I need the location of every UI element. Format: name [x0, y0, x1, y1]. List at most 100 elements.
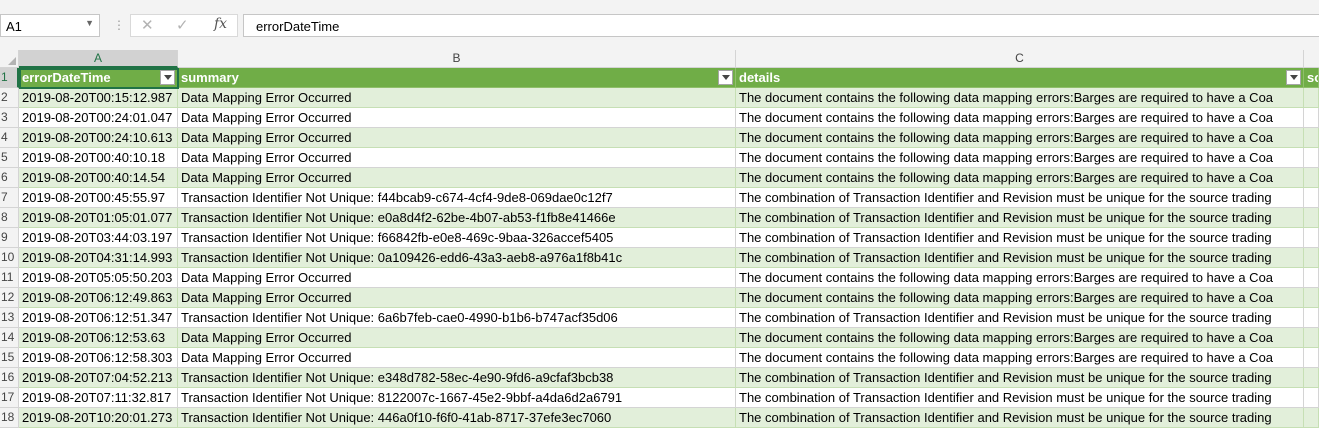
table-cell[interactable]: Data Mapping Error Occurred [178, 268, 736, 288]
table-cell[interactable]: 2019-08-20T05:05:50.203 [19, 268, 178, 288]
table-cell[interactable] [1304, 328, 1319, 348]
table-cell[interactable]: Transaction Identifier Not Unique: 0a109… [178, 248, 736, 268]
table-cell[interactable] [1304, 268, 1319, 288]
table-cell[interactable]: The document contains the following data… [736, 128, 1304, 148]
table-cell[interactable] [1304, 348, 1319, 368]
table-cell[interactable]: Data Mapping Error Occurred [178, 148, 736, 168]
table-cell[interactable] [1304, 248, 1319, 268]
table-cell[interactable]: The document contains the following data… [736, 168, 1304, 188]
table-cell[interactable]: Data Mapping Error Occurred [178, 88, 736, 108]
table-cell[interactable]: The document contains the following data… [736, 328, 1304, 348]
column-header-a[interactable]: A [19, 50, 178, 68]
row-header[interactable]: 6 [0, 168, 19, 188]
column-header-c[interactable]: C [736, 50, 1304, 68]
filter-dropdown-icon[interactable] [1286, 70, 1301, 85]
row-header[interactable]: 17 [0, 388, 19, 408]
filter-dropdown-icon[interactable] [718, 70, 733, 85]
row-header[interactable]: 12 [0, 288, 19, 308]
table-cell[interactable] [1304, 108, 1319, 128]
table-cell[interactable] [1304, 188, 1319, 208]
table-cell[interactable]: The combination of Transaction Identifie… [736, 388, 1304, 408]
row-header[interactable]: 9 [0, 228, 19, 248]
table-cell[interactable] [1304, 408, 1319, 428]
table-cell[interactable]: The combination of Transaction Identifie… [736, 208, 1304, 228]
table-cell[interactable]: 2019-08-20T07:11:32.817 [19, 388, 178, 408]
table-cell[interactable]: Transaction Identifier Not Unique: 446a0… [178, 408, 736, 428]
formula-input[interactable]: errorDateTime [243, 14, 1319, 37]
table-cell[interactable]: The combination of Transaction Identifie… [736, 308, 1304, 328]
table-cell[interactable]: 2019-08-20T04:31:14.993 [19, 248, 178, 268]
table-cell[interactable]: 2019-08-20T06:12:53.63 [19, 328, 178, 348]
table-cell[interactable]: Transaction Identifier Not Unique: e0a8d… [178, 208, 736, 228]
table-cell[interactable]: 2019-08-20T00:45:55.97 [19, 188, 178, 208]
row-header[interactable]: 18 [0, 408, 19, 428]
table-cell[interactable]: The combination of Transaction Identifie… [736, 368, 1304, 388]
table-cell[interactable]: Transaction Identifier Not Unique: f44bc… [178, 188, 736, 208]
table-cell[interactable]: The document contains the following data… [736, 88, 1304, 108]
table-cell[interactable]: Transaction Identifier Not Unique: e348d… [178, 368, 736, 388]
table-cell[interactable]: The combination of Transaction Identifie… [736, 228, 1304, 248]
table-cell[interactable]: 2019-08-20T07:04:52.213 [19, 368, 178, 388]
table-cell[interactable]: The combination of Transaction Identifie… [736, 408, 1304, 428]
table-cell[interactable]: The document contains the following data… [736, 288, 1304, 308]
table-cell[interactable] [1304, 208, 1319, 228]
table-cell[interactable]: Transaction Identifier Not Unique: 6a6b7… [178, 308, 736, 328]
table-cell[interactable] [1304, 228, 1319, 248]
filter-dropdown-icon[interactable] [160, 70, 175, 85]
table-header-cell[interactable]: summary [178, 68, 736, 88]
insert-function-icon[interactable]: fx [214, 16, 227, 32]
enter-icon[interactable]: ✓ [176, 16, 189, 34]
row-header[interactable]: 8 [0, 208, 19, 228]
table-cell[interactable]: Transaction Identifier Not Unique: 81220… [178, 388, 736, 408]
table-cell[interactable]: 2019-08-20T06:12:51.347 [19, 308, 178, 328]
table-cell[interactable] [1304, 308, 1319, 328]
table-cell[interactable]: 2019-08-20T10:20:01.273 [19, 408, 178, 428]
table-cell[interactable] [1304, 88, 1319, 108]
column-header-d[interactable] [1304, 50, 1319, 68]
table-cell[interactable]: Data Mapping Error Occurred [178, 328, 736, 348]
table-cell[interactable]: 2019-08-20T00:24:10.613 [19, 128, 178, 148]
table-header-cell[interactable]: errorDateTime [19, 68, 178, 88]
table-cell[interactable]: 2019-08-20T00:15:12.987 [19, 88, 178, 108]
row-header[interactable]: 3 [0, 108, 19, 128]
table-cell[interactable]: 2019-08-20T06:12:49.863 [19, 288, 178, 308]
row-header[interactable]: 14 [0, 328, 19, 348]
row-header[interactable]: 4 [0, 128, 19, 148]
table-cell[interactable]: Data Mapping Error Occurred [178, 108, 736, 128]
row-header[interactable]: 11 [0, 268, 19, 288]
table-cell[interactable]: 2019-08-20T00:24:01.047 [19, 108, 178, 128]
row-header[interactable]: 5 [0, 148, 19, 168]
table-cell[interactable] [1304, 388, 1319, 408]
table-cell[interactable] [1304, 148, 1319, 168]
table-cell[interactable]: 2019-08-20T03:44:03.197 [19, 228, 178, 248]
select-all-corner[interactable] [0, 50, 19, 68]
table-cell[interactable]: Transaction Identifier Not Unique: f6684… [178, 228, 736, 248]
table-cell[interactable]: The document contains the following data… [736, 108, 1304, 128]
table-cell[interactable] [1304, 128, 1319, 148]
chevron-down-icon[interactable]: ▼ [85, 18, 94, 28]
row-header[interactable]: 16 [0, 368, 19, 388]
table-cell[interactable]: Data Mapping Error Occurred [178, 168, 736, 188]
row-header[interactable]: 13 [0, 308, 19, 328]
table-cell[interactable] [1304, 288, 1319, 308]
table-cell[interactable] [1304, 368, 1319, 388]
row-header[interactable]: 15 [0, 348, 19, 368]
table-cell[interactable]: Data Mapping Error Occurred [178, 348, 736, 368]
table-cell[interactable]: Data Mapping Error Occurred [178, 128, 736, 148]
row-header[interactable]: 7 [0, 188, 19, 208]
column-header-b[interactable]: B [178, 50, 736, 68]
table-cell[interactable]: 2019-08-20T06:12:58.303 [19, 348, 178, 368]
table-cell[interactable]: The combination of Transaction Identifie… [736, 188, 1304, 208]
table-cell[interactable]: 2019-08-20T00:40:10.18 [19, 148, 178, 168]
name-box[interactable]: A1 ▼ [0, 14, 100, 37]
table-header-cell[interactable]: details [736, 68, 1304, 88]
table-cell[interactable]: The document contains the following data… [736, 348, 1304, 368]
cancel-icon[interactable]: ✕ [141, 16, 154, 34]
table-cell[interactable]: Data Mapping Error Occurred [178, 288, 736, 308]
row-header[interactable]: 10 [0, 248, 19, 268]
table-header-cell[interactable]: so [1304, 68, 1319, 88]
table-cell[interactable]: The document contains the following data… [736, 268, 1304, 288]
vertical-ellipsis-icon[interactable]: ⋮ [113, 18, 125, 32]
table-cell[interactable]: The document contains the following data… [736, 148, 1304, 168]
table-cell[interactable]: 2019-08-20T00:40:14.54 [19, 168, 178, 188]
